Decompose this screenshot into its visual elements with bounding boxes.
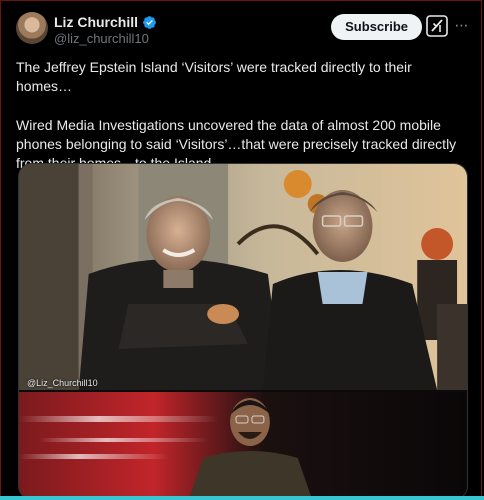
avatar[interactable] — [16, 12, 48, 44]
post-header: Liz Churchill @liz_churchill10 Subscribe… — [14, 12, 470, 48]
author-handle[interactable]: @liz_churchill10 — [54, 31, 149, 46]
photo-image[interactable] — [19, 164, 467, 390]
accent-bar — [0, 496, 484, 500]
subscribe-button[interactable]: Subscribe — [331, 14, 422, 40]
display-name[interactable]: Liz Churchill — [54, 14, 138, 30]
post-media[interactable]: @Liz_Churchill10 — [18, 163, 468, 500]
photo-watermark: @Liz_Churchill10 — [27, 378, 98, 388]
grok-icon[interactable] — [426, 15, 448, 37]
video-thumbnail[interactable] — [19, 392, 467, 500]
author-name-row: Liz Churchill — [54, 14, 157, 30]
verified-badge-icon — [143, 15, 156, 29]
more-options-icon[interactable]: ⋯ — [454, 15, 470, 37]
post-text-paragraph-1: The Jeffrey Epstein Island ‘Visitors’ we… — [16, 59, 412, 94]
